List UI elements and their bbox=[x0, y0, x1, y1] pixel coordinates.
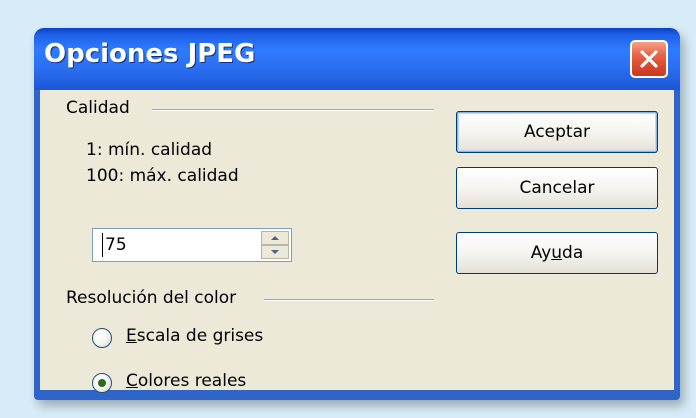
close-icon bbox=[640, 50, 658, 68]
radio-selected-dot bbox=[98, 379, 106, 387]
spin-up-button[interactable] bbox=[261, 231, 289, 245]
arrow-up-icon bbox=[271, 236, 279, 240]
help-button[interactable]: Ayuda bbox=[456, 232, 658, 274]
quality-group-divider bbox=[152, 109, 434, 111]
truecolor-label[interactable]: Colores reales bbox=[126, 371, 246, 391]
jpeg-options-dialog: Opciones JPEG Calidad 1: mín. calidad 10… bbox=[34, 28, 680, 400]
title-bar[interactable]: Opciones JPEG bbox=[34, 28, 680, 90]
grayscale-radio[interactable] bbox=[92, 328, 112, 348]
quality-value-input[interactable]: 75 bbox=[105, 235, 127, 255]
grayscale-label[interactable]: Escala de grises bbox=[126, 326, 263, 346]
quality-max-text: 100: máx. calidad bbox=[86, 166, 239, 186]
cancel-button[interactable]: Cancelar bbox=[456, 167, 658, 209]
arrow-down-icon bbox=[271, 250, 279, 254]
accept-button[interactable]: Aceptar bbox=[456, 111, 658, 153]
quality-spinbox[interactable]: 75 bbox=[92, 228, 292, 262]
color-group-divider bbox=[264, 299, 434, 301]
color-group-label: Resolución del color bbox=[66, 288, 241, 308]
spin-down-button[interactable] bbox=[261, 245, 289, 259]
truecolor-radio[interactable] bbox=[92, 373, 112, 393]
text-caret bbox=[102, 233, 103, 257]
dialog-body: Calidad 1: mín. calidad 100: máx. calida… bbox=[40, 90, 674, 393]
close-button[interactable] bbox=[630, 40, 668, 78]
quality-min-text: 1: mín. calidad bbox=[86, 140, 213, 160]
dialog-title: Opciones JPEG bbox=[44, 39, 256, 69]
quality-group-label: Calidad bbox=[66, 98, 134, 118]
